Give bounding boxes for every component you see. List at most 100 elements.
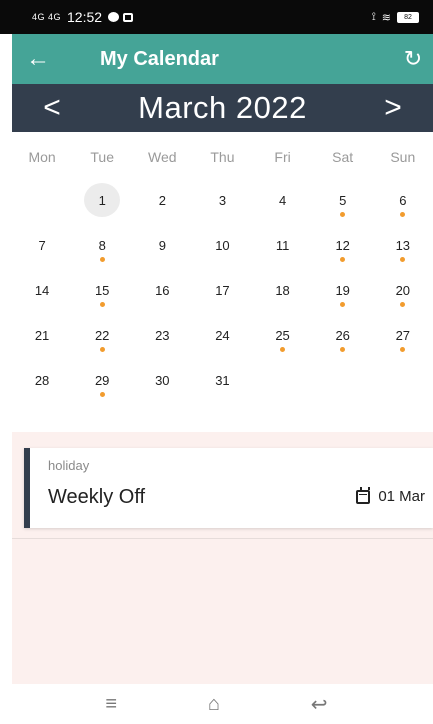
day-number: 7	[38, 237, 46, 253]
events-panel: holiday Weekly Off 01 Mar	[12, 432, 433, 684]
event-dot-icon	[340, 302, 346, 307]
battery-icon: 82	[397, 11, 419, 23]
day-number: 6	[399, 192, 407, 208]
next-month-button[interactable]: >	[353, 91, 433, 125]
day-cell[interactable]: 27	[373, 317, 433, 362]
day-number: 13	[395, 237, 411, 253]
event-dot-icon	[99, 347, 105, 352]
day-cell[interactable]: 22	[72, 317, 132, 362]
day-cell[interactable]: 19	[313, 272, 373, 317]
day-cell[interactable]: 9	[132, 227, 192, 272]
status-bar: 4G 4G 12:52 ⟟ ≋ 82	[0, 0, 433, 34]
event-dot-icon	[400, 212, 406, 217]
weekday-label: Sun	[390, 149, 416, 165]
app-notification-icon	[123, 12, 134, 22]
day-cell[interactable]: 28	[12, 362, 72, 407]
day-cell[interactable]: 29	[72, 362, 132, 407]
event-name: Weekly Off	[48, 486, 146, 508]
day-cell[interactable]: 5	[313, 182, 373, 227]
day-number: 2	[158, 192, 166, 208]
event-dot-icon	[400, 347, 406, 352]
day-number: 25	[275, 327, 290, 343]
day-cell[interactable]: 18	[253, 272, 313, 317]
home-icon[interactable]: ⌂	[208, 693, 220, 716]
day-cell[interactable]: 7	[12, 227, 72, 272]
month-label: March 2022	[138, 90, 307, 125]
day-number: 8	[98, 237, 106, 253]
weekday-label: Thu	[210, 149, 235, 165]
back-arrow-icon[interactable]: ←	[12, 45, 64, 73]
weekday-label: Mon	[28, 149, 56, 165]
day-cell[interactable]: 26	[313, 317, 373, 362]
event-dot-icon	[340, 257, 346, 262]
app-bar: ← My Calendar ↻	[12, 34, 433, 84]
day-cell[interactable]: 30	[132, 362, 192, 407]
day-number: 4	[278, 192, 287, 208]
day-cell[interactable]: 13	[373, 227, 433, 272]
back-icon[interactable]: ↩	[311, 692, 328, 717]
day-cell[interactable]: 24	[192, 317, 252, 362]
day-cell[interactable]: 11	[253, 227, 313, 272]
day-cell[interactable]: 8	[72, 227, 132, 272]
day-cell[interactable]: 20	[373, 272, 433, 317]
day-number: 9	[158, 237, 166, 253]
event-card[interactable]: holiday Weekly Off 01 Mar	[24, 448, 433, 528]
day-number: 20	[395, 282, 411, 298]
system-nav-bar: ≡ ⌂ ↩	[0, 684, 433, 724]
day-grid: 1 2 3 4 5 6 7 8 9 10 11 12 13 14 15 16 17 18 19 20 21 22 23 24 2…	[12, 182, 433, 407]
empty-day-cell	[12, 182, 72, 227]
day-number: 22	[94, 327, 110, 343]
day-number: 29	[94, 372, 110, 388]
day-number: 30	[155, 372, 170, 388]
event-type: holiday	[48, 458, 90, 473]
day-number: 26	[335, 327, 350, 343]
event-date-label: 01 Mar	[378, 488, 425, 505]
day-cell[interactable]: 12	[313, 227, 373, 272]
event-dot-icon	[340, 212, 346, 217]
day-cell[interactable]: 2	[132, 182, 192, 227]
day-cell[interactable]: 31	[192, 362, 252, 407]
refresh-icon[interactable]: ↻	[393, 46, 433, 72]
day-cell[interactable]: 15	[72, 272, 132, 317]
day-cell[interactable]: 1	[72, 182, 132, 227]
status-right: ⟟ ≋ 82	[372, 11, 419, 24]
day-cell[interactable]: 10	[192, 227, 252, 272]
day-number: 11	[275, 237, 290, 253]
day-number: 18	[275, 282, 290, 298]
event-dot-icon	[400, 257, 406, 262]
calendar-icon	[356, 486, 371, 504]
divider	[12, 538, 433, 539]
day-number: 1	[84, 183, 121, 217]
prev-month-button[interactable]: <	[12, 91, 92, 125]
day-cell[interactable]: 23	[132, 317, 192, 362]
day-number: 27	[395, 327, 411, 343]
menu-icon[interactable]: ≡	[105, 693, 117, 716]
day-number: 12	[335, 237, 350, 253]
day-cell[interactable]: 4	[253, 182, 313, 227]
day-number: 14	[34, 282, 50, 298]
weekday-row: Mon Tue Wed Thu Fri Sat Sun	[12, 132, 433, 182]
day-number: 19	[335, 282, 350, 298]
chat-notification-icon	[108, 12, 120, 22]
day-cell[interactable]: 14	[12, 272, 72, 317]
day-number: 16	[155, 282, 170, 298]
day-cell[interactable]: 3	[192, 182, 252, 227]
day-cell[interactable]: 21	[12, 317, 72, 362]
signal-icon: ⟟	[371, 10, 376, 23]
day-cell[interactable]: 6	[373, 182, 433, 227]
day-number: 23	[155, 327, 170, 343]
calendar: Mon Tue Wed Thu Fri Sat Sun 1 2 3 4 5 6 7 8 9 10 1…	[12, 132, 433, 407]
event-date: 01 Mar	[356, 486, 425, 505]
day-cell[interactable]: 16	[132, 272, 192, 317]
weekday-label: Wed	[148, 149, 177, 165]
day-cell[interactable]: 17	[192, 272, 252, 317]
day-number: 3	[218, 192, 227, 208]
event-dot-icon	[340, 347, 346, 352]
day-cell[interactable]: 25	[253, 317, 313, 362]
status-time: 12:52	[67, 9, 103, 25]
event-dot-icon	[99, 302, 105, 307]
event-dot-icon	[280, 347, 286, 352]
page-title: My Calendar	[100, 47, 219, 70]
day-number: 15	[94, 282, 110, 298]
wifi-icon: ≋	[381, 11, 391, 24]
